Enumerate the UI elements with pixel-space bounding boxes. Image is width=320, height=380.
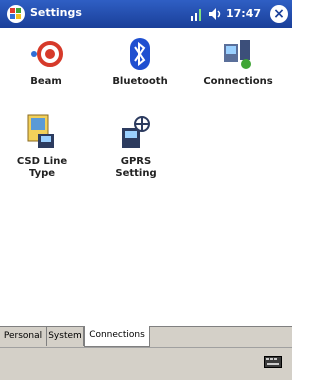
setting-label: Bluetooth [112,76,168,87]
tab-connections[interactable]: Connections [84,326,150,347]
setting-beam[interactable]: Beam [4,36,88,88]
close-icon[interactable]: × [270,5,288,23]
bluetooth-icon [130,38,150,70]
setting-gprs[interactable]: GPRS Setting [94,112,178,180]
setting-csd-line-type[interactable]: CSD Line Type [0,112,84,180]
setting-bluetooth[interactable]: Bluetooth [98,36,182,88]
window-title: Settings [30,6,82,19]
setting-connections[interactable]: Connections [196,36,280,88]
gprs-setting-icon [122,116,150,148]
clock[interactable]: 17:47 [226,7,261,20]
menu-bar [0,347,292,380]
windows-flag-icon[interactable] [6,4,26,24]
title-bar: Settings 17:47 × [0,0,292,28]
setting-label: GPRS Setting [115,156,157,179]
setting-label: Beam [30,76,62,87]
tab-personal[interactable]: Personal [0,327,47,346]
connections-icon [224,40,251,69]
signal-icon[interactable] [190,6,204,22]
setting-label: Connections [203,76,273,87]
settings-content: Beam Bluetooth Connections CSD Line Type [0,28,292,328]
tab-bar: Personal System Connections [0,326,292,347]
volume-icon[interactable] [208,6,222,22]
keyboard-icon[interactable] [264,356,282,368]
beam-icon [31,41,63,67]
setting-label: CSD Line Type [16,156,68,179]
tab-system[interactable]: System [47,327,84,346]
csd-line-type-icon [27,114,54,148]
